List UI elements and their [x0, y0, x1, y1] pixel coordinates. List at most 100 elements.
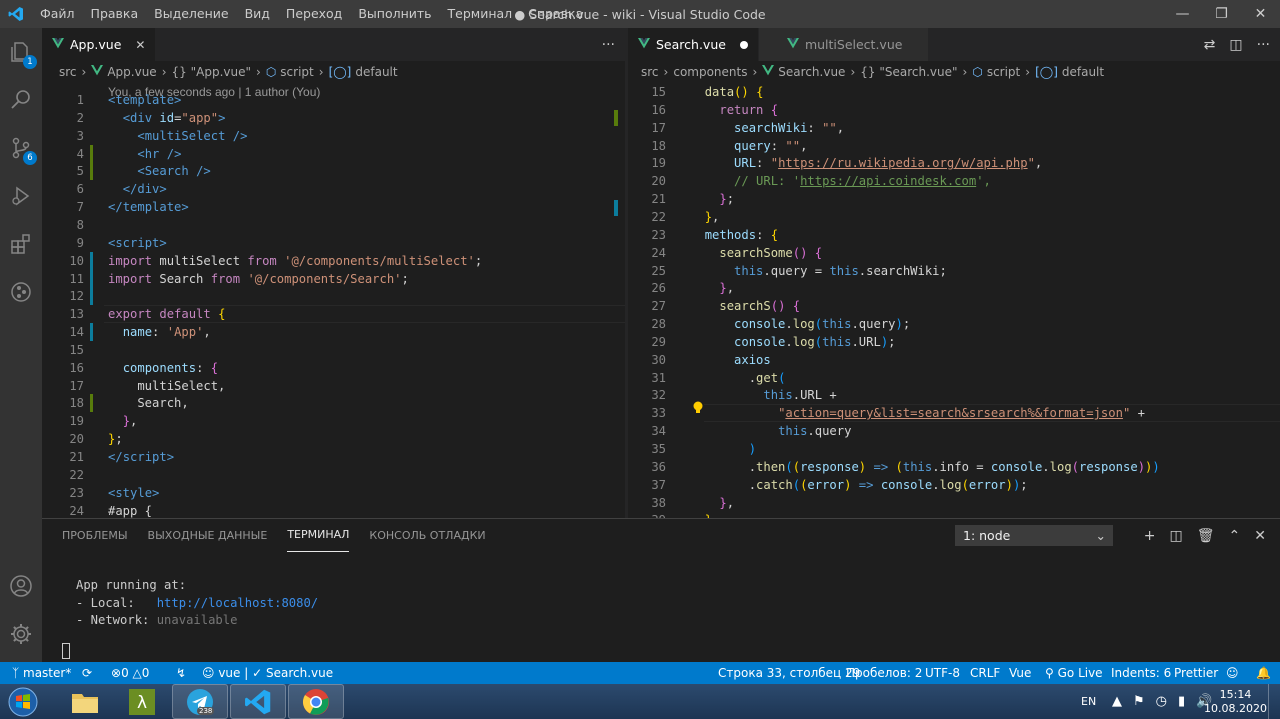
terminal-output[interactable]: App running at: - Local: http://localhos…: [76, 577, 318, 630]
code-line[interactable]: 20 // URL: 'https://api.coindesk.com',: [628, 172, 1280, 190]
tab-search-vue[interactable]: Search.vue: [628, 28, 759, 61]
panel-tab-output[interactable]: ВЫХОДНЫЕ ДАННЫЕ: [148, 519, 268, 552]
language-indicator[interactable]: EN: [1081, 684, 1096, 719]
menu-run[interactable]: Выполнить: [350, 0, 439, 28]
code-line[interactable]: 12: [42, 287, 625, 305]
code-line[interactable]: 16 components: {: [42, 359, 625, 377]
git-history-icon[interactable]: [0, 268, 42, 316]
notifications-bell-icon[interactable]: 🔔: [1256, 662, 1271, 684]
lightbulb-icon[interactable]: [692, 401, 704, 415]
code-line[interactable]: 5 <Search />: [42, 162, 625, 180]
code-line[interactable]: 2 <div id="app">: [42, 109, 625, 127]
show-hidden-icons-icon[interactable]: ▲: [1112, 694, 1122, 709]
code-line[interactable]: 21 </script>: [42, 448, 625, 466]
start-button-icon[interactable]: [0, 684, 46, 719]
split-terminal-icon[interactable]: ◫: [1170, 528, 1183, 544]
network-icon[interactable]: ▮: [1178, 694, 1185, 709]
code-line[interactable]: 23 <style>: [42, 484, 625, 502]
gutter-change-marker[interactable]: [90, 144, 93, 181]
code-line[interactable]: 19 URL: "https://ru.wikipedia.org/w/api.…: [628, 154, 1280, 172]
more-actions-icon[interactable]: ···: [602, 37, 615, 53]
code-line[interactable]: 27 searchS() {: [628, 297, 1280, 315]
lightning-icon[interactable]: ↯: [176, 662, 186, 684]
code-line[interactable]: 37 .catch((error) => console.log(error))…: [628, 476, 1280, 494]
code-line[interactable]: 33 "action=query&list=search&srsearch%&f…: [628, 404, 1280, 422]
extensions-icon[interactable]: [0, 220, 42, 268]
code-line[interactable]: 17 searchWiki: "",: [628, 119, 1280, 137]
code-line[interactable]: 22 },: [628, 208, 1280, 226]
code-line[interactable]: 32 this.URL +: [628, 386, 1280, 404]
code-line[interactable]: 24 searchSome() {: [628, 244, 1280, 262]
problems-status[interactable]: ⊗0 △0: [111, 662, 149, 684]
code-line[interactable]: 4 <hr />: [42, 145, 625, 163]
code-line[interactable]: 36 .then((response) => (this.info = cons…: [628, 458, 1280, 476]
code-line[interactable]: 26 },: [628, 279, 1280, 297]
code-line[interactable]: 39 }: [628, 511, 1280, 518]
code-line[interactable]: 15 data() {: [628, 83, 1280, 101]
vscode-taskbar-icon[interactable]: [230, 684, 286, 719]
cursor-position[interactable]: Строка 33, столбец 29: [718, 662, 860, 684]
code-line[interactable]: 34 this.query: [628, 422, 1280, 440]
account-icon[interactable]: [0, 562, 42, 610]
panel-tab-terminal[interactable]: ТЕРМИНАЛ: [287, 519, 350, 552]
flag-icon[interactable]: ⚑: [1133, 694, 1145, 709]
clock[interactable]: 15:14 10.08.2020: [1204, 684, 1267, 719]
close-panel-icon[interactable]: ✕: [1254, 528, 1266, 544]
code-line[interactable]: 19 },: [42, 412, 625, 430]
sync-icon[interactable]: ⟳: [82, 662, 92, 684]
tab-multiselect-vue[interactable]: multiSelect.vue: [758, 28, 930, 61]
code-line[interactable]: 28 console.log(this.query);: [628, 315, 1280, 333]
vetur-status[interactable]: ☺ vue | ✓ Search.vue: [202, 662, 333, 684]
panel-tab-problems[interactable]: ПРОБЛЕМЫ: [62, 519, 128, 552]
code-line[interactable]: 13 export default {: [42, 305, 625, 323]
file-explorer-icon[interactable]: [57, 684, 113, 719]
code-line[interactable]: 11 import Search from '@/components/Searc…: [42, 270, 625, 288]
breadcrumb-item[interactable]: script: [280, 65, 313, 79]
lambda-app-icon[interactable]: λ: [114, 684, 170, 719]
menu-selection[interactable]: Выделение: [146, 0, 236, 28]
gutter-change-marker[interactable]: [90, 323, 93, 341]
code-line[interactable]: 29 console.log(this.URL);: [628, 333, 1280, 351]
telegram-icon[interactable]: 238: [172, 684, 228, 719]
code-line[interactable]: 3 <multiSelect />: [42, 127, 625, 145]
settings-gear-icon[interactable]: [0, 610, 42, 658]
code-line[interactable]: 9 <script>: [42, 234, 625, 252]
encoding-status[interactable]: UTF-8: [925, 662, 960, 684]
breadcrumb-item[interactable]: App.vue: [107, 65, 156, 79]
breadcrumb-item[interactable]: components: [673, 65, 747, 79]
code-line[interactable]: 38 },: [628, 494, 1280, 512]
go-live-button[interactable]: ⚲ Go Live: [1045, 662, 1103, 684]
open-changes-icon[interactable]: ⇄: [1204, 37, 1216, 53]
code-line[interactable]: 18 Search,: [42, 394, 625, 412]
new-terminal-icon[interactable]: +: [1144, 528, 1156, 544]
prettier-status[interactable]: Prettier: [1174, 662, 1218, 684]
run-debug-icon[interactable]: [0, 172, 42, 220]
kill-terminal-icon[interactable]: 🗑: [1197, 528, 1215, 544]
feedback-icon[interactable]: ☺: [1226, 662, 1239, 684]
code-line[interactable]: 25 this.query = this.searchWiki;: [628, 262, 1280, 280]
indentation-status[interactable]: Пробелов: 2: [846, 662, 922, 684]
code-line[interactable]: 21 };: [628, 190, 1280, 208]
code-line[interactable]: 31 .get(: [628, 369, 1280, 387]
code-line[interactable]: 20};: [42, 430, 625, 448]
maximize-panel-icon[interactable]: ⌃: [1229, 528, 1241, 544]
gutter-change-marker[interactable]: [90, 251, 93, 306]
breadcrumb-item[interactable]: script: [987, 65, 1020, 79]
menu-edit[interactable]: Правка: [83, 0, 147, 28]
breadcrumb-item[interactable]: Search.vue: [778, 65, 845, 79]
breadcrumb-item[interactable]: src: [59, 65, 77, 79]
code-line[interactable]: 23 methods: {: [628, 226, 1280, 244]
code-line[interactable]: 14 name: 'App',: [42, 323, 625, 341]
eol-status[interactable]: CRLF: [970, 662, 1000, 684]
search-icon[interactable]: [0, 76, 42, 124]
indents-status[interactable]: Indents: 6: [1111, 662, 1171, 684]
close-tab-icon[interactable]: ✕: [135, 38, 145, 52]
language-mode[interactable]: Vue: [1009, 662, 1031, 684]
breadcrumb-item[interactable]: default: [355, 65, 397, 79]
close-window-button[interactable]: ✕: [1241, 0, 1280, 28]
terminal-select[interactable]: 1: node ⌄: [955, 525, 1113, 546]
menu-view[interactable]: Вид: [237, 0, 278, 28]
breadcrumb-item[interactable]: src: [641, 65, 659, 79]
code-line[interactable]: 8: [42, 216, 625, 234]
panel-tab-debug-console[interactable]: КОНСОЛЬ ОТЛАДКИ: [369, 519, 485, 552]
